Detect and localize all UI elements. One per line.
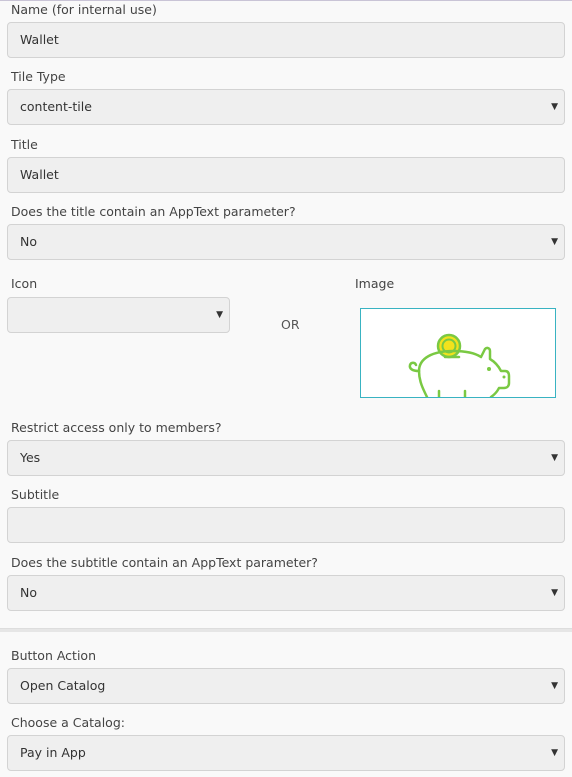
title-input-value: Wallet — [20, 167, 59, 182]
button-action-value: Open Catalog — [20, 678, 106, 693]
tile-type-value: content-tile — [20, 99, 92, 114]
restrict-access-label: Restrict access only to members? — [11, 420, 222, 435]
caret-down-icon: ▼ — [216, 310, 223, 320]
image-label: Image — [355, 276, 395, 291]
icon-label: Icon — [11, 276, 38, 291]
tile-type-select[interactable]: content-tile ▼ — [7, 89, 565, 125]
subtitle-apptext-label: Does the subtitle contain an AppText par… — [11, 555, 318, 570]
caret-down-icon: ▼ — [551, 681, 558, 691]
piggy-bank-icon — [408, 333, 511, 397]
title-apptext-label: Does the title contain an AppText parame… — [11, 204, 296, 219]
subtitle-apptext-select[interactable]: No ▼ — [7, 575, 565, 611]
name-input-value: Wallet — [20, 32, 59, 47]
button-action-label: Button Action — [11, 648, 96, 663]
caret-down-icon: ▼ — [551, 748, 558, 758]
or-separator: OR — [281, 317, 300, 332]
catalog-select[interactable]: Pay in App ▼ — [7, 735, 565, 771]
catalog-label: Choose a Catalog: — [11, 715, 125, 730]
caret-down-icon: ▼ — [551, 588, 558, 598]
subtitle-apptext-value: No — [20, 585, 37, 600]
tile-type-label: Tile Type — [11, 69, 66, 84]
title-apptext-select[interactable]: No ▼ — [7, 224, 565, 260]
image-upload[interactable] — [360, 308, 556, 398]
title-apptext-value: No — [20, 234, 37, 249]
catalog-value: Pay in App — [20, 745, 86, 760]
restrict-access-value: Yes — [20, 450, 41, 465]
section-divider — [0, 628, 572, 632]
name-input[interactable]: Wallet — [7, 22, 565, 58]
caret-down-icon: ▼ — [551, 453, 558, 463]
subtitle-input[interactable] — [7, 507, 565, 543]
subtitle-label: Subtitle — [11, 487, 60, 502]
title-label: Title — [11, 137, 38, 152]
title-input[interactable]: Wallet — [7, 157, 565, 193]
caret-down-icon: ▼ — [551, 102, 558, 112]
icon-select[interactable]: ▼ — [7, 297, 230, 333]
caret-down-icon: ▼ — [551, 237, 558, 247]
button-action-select[interactable]: Open Catalog ▼ — [7, 668, 565, 704]
name-label: Name (for internal use) — [11, 2, 157, 17]
restrict-access-select[interactable]: Yes ▼ — [7, 440, 565, 476]
